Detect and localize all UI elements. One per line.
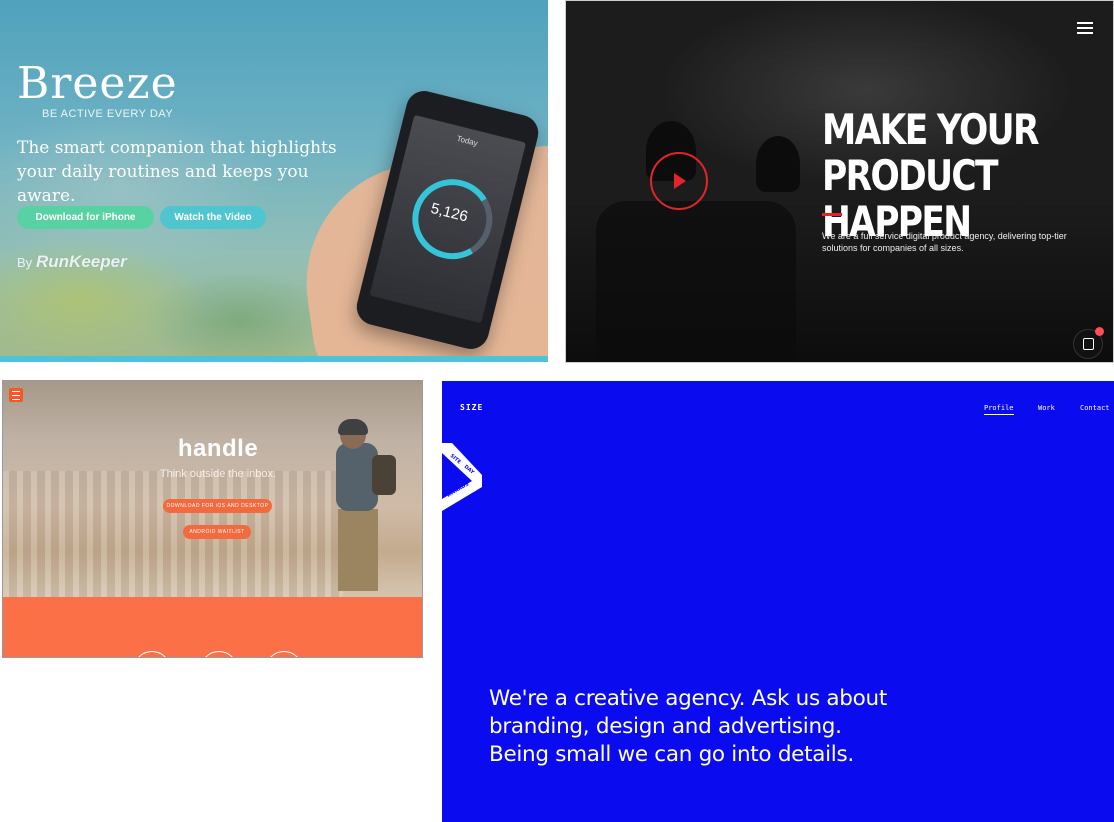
- play-video-button[interactable]: [650, 152, 708, 210]
- breeze-tagline: BE ACTIVE EVERY DAY: [42, 108, 174, 120]
- table-silhouette: [596, 201, 796, 361]
- size-logo[interactable]: SIZE: [460, 403, 483, 412]
- size-screenshot: SIZE Profile Work Contact SITE DAY AWARD…: [442, 381, 1114, 822]
- accent-divider: [822, 213, 842, 216]
- headline-line-1: MAKE YOUR: [822, 105, 1039, 154]
- handle-screenshot: handle Think outside the inbox. DOWNLOAD…: [2, 380, 423, 658]
- agency-headline: MAKE YOUR PRODUCT HAPPEN: [822, 107, 1043, 245]
- intro-line-3: Being small we can go into details.: [489, 742, 854, 767]
- helmet: [338, 419, 368, 435]
- size-intro-copy: We're a creative agency. Ask us about br…: [489, 685, 1009, 769]
- person-silhouette: [756, 136, 800, 192]
- chat-icon: [1083, 338, 1094, 350]
- nav-contact[interactable]: Contact: [1080, 404, 1110, 412]
- orange-footer-band: [3, 597, 422, 657]
- breeze-logo[interactable]: Breeze: [17, 58, 178, 109]
- download-ios-desktop-button[interactable]: DOWNLOAD FOR iOS AND DESKTOP: [163, 499, 272, 513]
- intro-line-1: We're a creative agency. Ask us about: [489, 686, 887, 711]
- android-waitlist-button[interactable]: ANDROID WAITLIST: [183, 525, 251, 539]
- menu-icon[interactable]: [9, 388, 23, 402]
- intro-line-2: branding, design and advertising.: [489, 714, 842, 739]
- chat-launcher-button[interactable]: [1073, 327, 1104, 359]
- hamburger-menu-icon[interactable]: [1077, 22, 1093, 37]
- breeze-headline: The smart companion that highlights your…: [17, 138, 337, 206]
- by-label: By: [17, 255, 33, 270]
- watch-video-button[interactable]: Watch the Video: [160, 206, 266, 229]
- play-icon: [674, 173, 686, 189]
- city-background: [3, 471, 343, 597]
- runkeeper-logo[interactable]: RunKeeper: [36, 252, 127, 272]
- nav-work[interactable]: Work: [1038, 404, 1055, 412]
- handle-subtitle: Think outside the inbox.: [159, 468, 277, 480]
- download-iphone-button[interactable]: Download for iPhone: [17, 206, 154, 229]
- agency-screenshot: MAKE YOUR PRODUCT HAPPEN We are a full s…: [565, 0, 1114, 363]
- cyclist-legs: [338, 509, 378, 591]
- breeze-screenshot: Today 5,126 Breeze BE ACTIVE EVERY DAY T…: [0, 0, 548, 362]
- handle-logo: handle: [177, 435, 259, 462]
- phone-screen-title: Today: [455, 133, 479, 148]
- breeze-bottom-bar: [0, 356, 548, 362]
- notification-dot: [1095, 327, 1104, 336]
- site-of-the-day-award-ribbon[interactable]: SITE DAY AWARDS: [442, 443, 486, 511]
- nav-profile[interactable]: Profile: [984, 404, 1014, 415]
- agency-description: We are a full service digital product ag…: [822, 231, 1067, 253]
